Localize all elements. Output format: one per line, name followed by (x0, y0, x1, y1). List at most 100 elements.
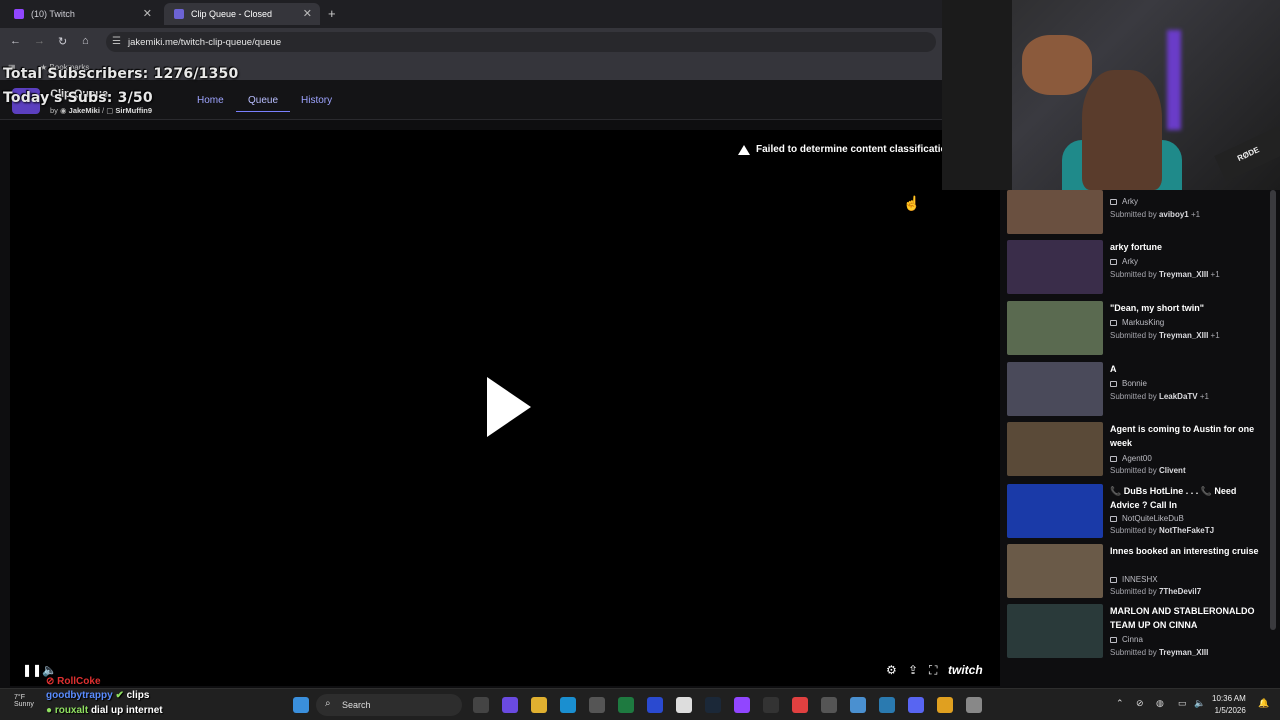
streamer (1082, 70, 1162, 190)
clip-channel: Arky (1110, 257, 1138, 266)
tray-chevron-icon[interactable]: ⌃ (1116, 698, 1124, 709)
channel-icon (1110, 516, 1117, 522)
app-icon[interactable] (647, 697, 663, 713)
share-icon[interactable]: ⇪ (908, 663, 918, 677)
start-icon[interactable] (293, 697, 309, 713)
tray-app-icon[interactable]: ◍ (1156, 698, 1164, 709)
nav-history[interactable]: History (301, 95, 332, 106)
queue-item[interactable]: arky fortune Arky Submitted by Treyman_X… (1007, 240, 1267, 298)
store-icon[interactable] (589, 697, 605, 713)
clip-thumbnail (1007, 484, 1103, 538)
author-link-sirmuffin9[interactable]: SirMuffin9 (115, 106, 152, 115)
pause-icon[interactable]: ❚❚ (22, 663, 42, 677)
twitch-icon[interactable] (734, 697, 750, 713)
copilot-icon[interactable] (502, 697, 518, 713)
app-icon[interactable] (879, 697, 895, 713)
home-icon[interactable]: ⌂ (82, 35, 89, 47)
submitted-prefix: Submitted by (1110, 648, 1157, 657)
excel-icon[interactable] (618, 697, 634, 713)
extra-count: +1 (1199, 392, 1209, 401)
search-placeholder: Search (342, 700, 371, 710)
app-icon[interactable] (676, 697, 692, 713)
settings-gear-icon[interactable]: ⚙ (886, 663, 897, 677)
queue-item[interactable]: 📞 DuBs HotLine . . . 📞 Need Advice ? Cal… (1007, 484, 1267, 542)
app-icon[interactable] (763, 697, 779, 713)
submitter-name: Treyman_XIII (1158, 331, 1209, 340)
browser-tab-clip-queue[interactable]: Clip Queue - Closed ✕ (164, 3, 320, 25)
back-icon[interactable]: ← (10, 35, 21, 47)
queue-scrollbar[interactable] (1270, 190, 1276, 630)
settings-icon[interactable] (966, 697, 982, 713)
play-icon[interactable] (487, 377, 531, 437)
channel-icon (1110, 456, 1117, 462)
reload-icon[interactable]: ↻ (58, 35, 67, 48)
channel-name: INNESHX (1122, 575, 1158, 584)
clip-submitter: Submitted by Treyman_XIII (1110, 648, 1208, 657)
clip-title: "Dean, my short twin" (1110, 303, 1205, 313)
queue-item[interactable]: Agent is coming to Austin for one week A… (1007, 422, 1267, 480)
forward-icon[interactable]: → (34, 35, 45, 47)
edge-icon[interactable] (560, 697, 576, 713)
taskbar-search[interactable]: ⌕ Search (316, 694, 462, 716)
url-field[interactable]: ☰ jakemiki.me/twitch-clip-queue/queue (106, 32, 936, 52)
browser-tab-twitch[interactable]: (10) Twitch ✕ (4, 3, 160, 25)
chrome-icon[interactable] (937, 697, 953, 713)
app-icon[interactable] (821, 697, 837, 713)
queue-item[interactable]: MARLON AND STABLERONALDO TEAM UP ON CINN… (1007, 604, 1267, 662)
clip-channel: MarkusKing (1110, 318, 1164, 327)
app-icon[interactable] (792, 697, 808, 713)
system-clock[interactable]: 10:36 AM 1/5/2026 (1212, 693, 1246, 717)
steam-icon[interactable] (705, 697, 721, 713)
channel-icon (1110, 381, 1117, 387)
clip-title: Agent is coming to Austin for one week (1110, 424, 1255, 448)
chat-text: dial up internet (90, 705, 163, 716)
site-info-icon[interactable]: ☰ (112, 36, 121, 47)
submitter-name: Treyman_XIII (1158, 648, 1209, 657)
new-tab-icon[interactable]: + (328, 6, 336, 21)
channel-name: NotQuiteLikeDuB (1122, 514, 1184, 523)
content-classification-warning: Failed to determine content classificati… (738, 144, 953, 155)
submitted-prefix: Submitted by (1110, 587, 1157, 596)
network-icon[interactable]: ▭ (1178, 698, 1187, 709)
chat-message: ● rouxalt dial up internet (46, 705, 163, 716)
nav-queue[interactable]: Queue (236, 95, 291, 112)
clip-thumbnail (1007, 190, 1103, 234)
channel-icon (1110, 199, 1117, 205)
volume-tray-icon[interactable]: 🔈 (1194, 698, 1205, 709)
nav-home[interactable]: Home (197, 95, 224, 106)
chat-badge-icon: ● (46, 705, 53, 716)
close-tab-icon[interactable]: ✕ (143, 7, 152, 20)
submitter-name: LeakDaTV (1158, 392, 1198, 401)
mouse-pointer-icon: ☝ (903, 195, 921, 211)
clip-queue-favicon-icon (174, 9, 184, 19)
file-explorer-icon[interactable] (531, 697, 547, 713)
task-view-icon[interactable] (473, 697, 489, 713)
clip-submitter: Submitted by LeakDaTV +1 (1110, 392, 1209, 401)
tray-app-icon[interactable]: ⊘ (1136, 698, 1144, 709)
fullscreen-icon[interactable]: ⛶ (929, 663, 937, 678)
video-player[interactable]: Failed to determine content classificati… (10, 130, 1000, 686)
submitter-name: Clivent (1158, 466, 1186, 475)
notifications-icon[interactable]: 🔔 (1258, 698, 1269, 709)
screen: (10) Twitch ✕ Clip Queue - Closed ✕ + ← … (0, 0, 1280, 720)
clip-title: 📞 DuBs HotLine . . . 📞 Need Advice ? Cal… (1110, 486, 1237, 510)
author-link-jakemiki[interactable]: JakeMiki (69, 106, 100, 115)
submitted-prefix: Submitted by (1110, 526, 1157, 535)
weather-widget[interactable]: 7°F Sunny (14, 694, 34, 708)
twitch-logo[interactable]: twitch (948, 663, 983, 677)
close-tab-icon[interactable]: ✕ (303, 7, 312, 20)
search-icon: ⌕ (325, 698, 331, 709)
notepad-icon[interactable] (850, 697, 866, 713)
queue-item[interactable]: "Dean, my short twin" MarkusKing Submitt… (1007, 301, 1267, 359)
queue-item[interactable]: Innes booked an interesting cruise INNES… (1007, 544, 1267, 602)
volume-icon[interactable]: 🔈 (42, 663, 57, 677)
microphone: RØDE (1214, 126, 1280, 182)
chat-icon: ▢ (106, 106, 114, 115)
clip-title: arky fortune (1110, 242, 1163, 252)
clip-thumbnail (1007, 362, 1103, 416)
discord-icon[interactable] (908, 697, 924, 713)
channel-name: Bonnie (1122, 379, 1147, 388)
queue-item[interactable]: A Bonnie Submitted by LeakDaTV +1 (1007, 362, 1267, 420)
clip-thumbnail (1007, 544, 1103, 598)
acoustic-foam-wall (942, 0, 1012, 190)
